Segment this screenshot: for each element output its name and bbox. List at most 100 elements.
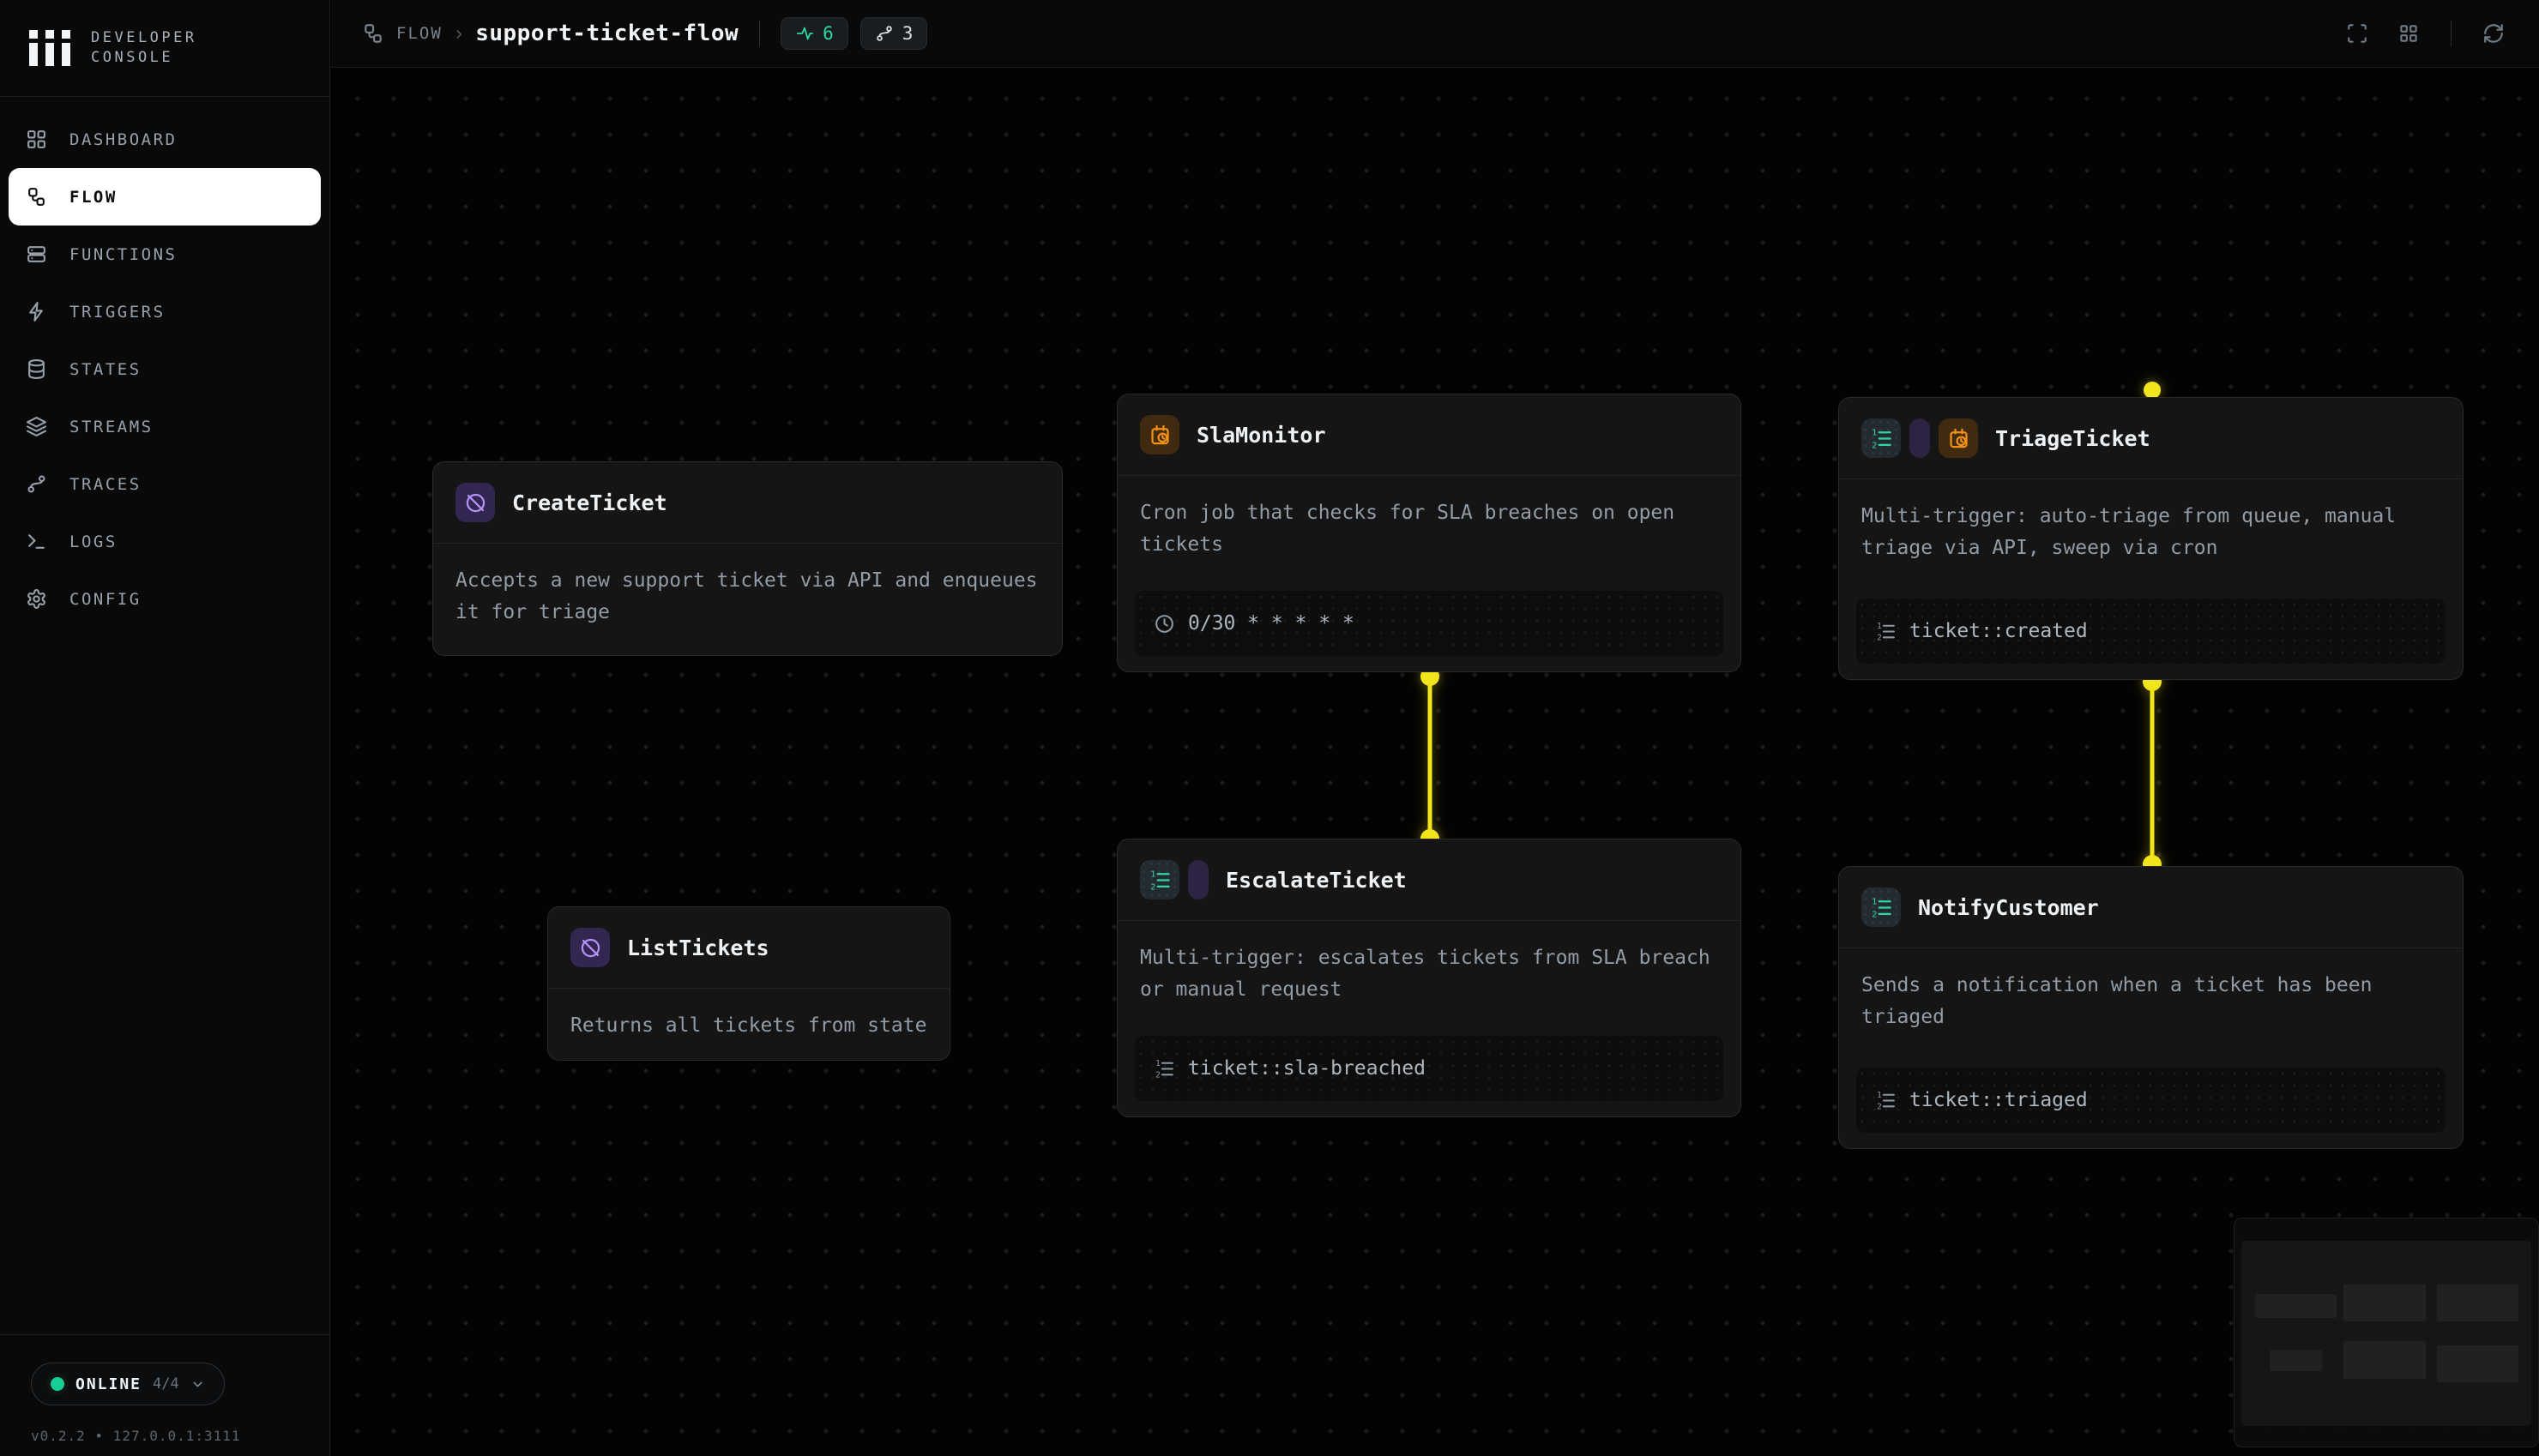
clock-icon [1154,613,1175,635]
minimap-node [2437,1345,2518,1382]
flow-node-createticket[interactable]: CreateTicket Accepts a new support ticke… [432,461,1063,656]
sidebar-item-dashboard[interactable]: DASHBOARD [9,111,321,168]
minimap-node [2343,1341,2426,1379]
flow-node-escalateticket[interactable]: 12 EscalateTicket Multi-trigger: escalat… [1117,839,1741,1117]
minimap-node [2343,1285,2426,1321]
flow-edges [331,69,2539,1456]
node-header: ListTickets [548,907,950,989]
sidebar-item-label: STATES [69,360,142,379]
svg-text:1: 1 [1155,1058,1161,1068]
sidebar-item-traces[interactable]: TRACES [9,455,321,513]
node-title: ListTickets [627,936,769,960]
version-text: v0.2.2 • 127.0.0.1:3111 [31,1428,299,1444]
node-header: 12 NotifyCustomer [1839,867,2463,948]
trigger-topic: ticket::triaged [1909,1089,2088,1111]
sidebar-item-label: FUNCTIONS [69,245,177,264]
node-header: SlaMonitor [1118,394,1740,476]
brand-line2: CONSOLE [91,48,197,68]
activity-count: 6 [823,23,834,44]
svg-text:1: 1 [1877,621,1882,630]
svg-text:2: 2 [1150,882,1155,892]
sidebar-item-config[interactable]: CONFIG [9,570,321,628]
trace-branch-icon [26,473,47,495]
sidebar-item-triggers[interactable]: TRIGGERS [9,283,321,340]
activity-icon [795,24,814,43]
api-pill-icon [1188,860,1209,899]
brand-text: DEVELOPER CONSOLE [91,28,197,68]
svg-text:1: 1 [1877,1090,1882,1099]
node-description: Sends a notification when a ticket has b… [1839,948,2463,1033]
svg-text:2: 2 [1155,1070,1161,1080]
node-header: 12 EscalateTicket [1118,839,1740,921]
node-title: TriageTicket [1995,426,2150,451]
trigger-topic-chip: 12 ticket::triaged [1856,1068,2446,1133]
chevron-down-icon [190,1377,205,1392]
svg-text:2: 2 [1872,910,1877,919]
flow-node-listtickets[interactable]: ListTickets Returns all tickets from sta… [547,906,950,1061]
cron-expression: 0/30 * * * * * [1188,612,1354,635]
sidebar-item-streams[interactable]: STREAMS [9,398,321,455]
breadcrumb[interactable]: FLOW [396,24,443,43]
node-description: Cron job that checks for SLA breaches on… [1118,476,1740,561]
sidebar-item-functions[interactable]: FUNCTIONS [9,226,321,283]
trace-count-badge[interactable]: 3 [860,17,928,50]
node-header: CreateTicket [433,462,1062,544]
sidebar-footer: ONLINE 4/4 v0.2.2 • 127.0.0.1:3111 [0,1334,329,1456]
cron-schedule-chip: 0/30 * * * * * [1135,591,1723,656]
sidebar-item-label: STREAMS [69,418,154,436]
grid-icon[interactable] [2397,22,2420,45]
queue-list-ordered-icon: 12 [1154,1058,1175,1080]
sidebar-item-label: FLOW [69,188,118,207]
flow-node-triageticket[interactable]: 12 TriageTicket Multi-trigger: auto-tria… [1838,397,2464,680]
svg-text:2: 2 [1872,441,1877,450]
svg-text:1: 1 [1150,869,1155,879]
fullscreen-icon[interactable] [2346,22,2368,45]
svg-text:2: 2 [1877,633,1882,642]
refresh-icon[interactable] [2482,22,2505,45]
node-title: NotifyCustomer [1918,895,2099,920]
sidebar-item-label: TRIGGERS [69,303,166,322]
minimap[interactable] [2234,1218,2539,1447]
topbar: FLOW › support-ticket-flow 6 3 [331,0,2539,68]
sidebar-nav: DASHBOARD FLOW FUNCTIONS TRIGGERS STATES… [0,97,329,628]
dashboard-grid-icon [26,129,47,150]
queue-list-ordered-icon: 12 [1861,418,1901,458]
trigger-topic-chip: 12 ticket::created [1856,599,2446,664]
cron-calendar-clock-icon [1939,418,1978,458]
status-pill[interactable]: ONLINE 4/4 [31,1363,225,1405]
page-title: support-ticket-flow [475,21,739,46]
cron-calendar-clock-icon [1140,415,1179,454]
sidebar-item-flow[interactable]: FLOW [9,168,321,226]
status-ratio: 4/4 [153,1375,179,1393]
logo-icon [29,30,70,66]
sidebar: DEVELOPER CONSOLE DASHBOARD FLOW FUNCTIO… [0,0,330,1456]
workflow-icon [362,22,384,45]
minimap-viewport[interactable] [2241,1241,2531,1426]
node-title: EscalateTicket [1226,868,1407,893]
flow-node-notifycustomer[interactable]: 12 NotifyCustomer Sends a notification w… [1838,866,2464,1149]
edge-endpoint [2144,382,2161,399]
activity-count-badge[interactable]: 6 [781,17,848,50]
sidebar-item-label: TRACES [69,475,142,494]
queue-list-ordered-icon: 12 [1140,860,1179,899]
svg-text:1: 1 [1872,428,1877,437]
trigger-topic: ticket::created [1909,620,2088,642]
brand: DEVELOPER CONSOLE [0,0,329,97]
flow-node-slamonitor[interactable]: SlaMonitor Cron job that checks for SLA … [1117,394,1741,672]
sidebar-item-label: LOGS [69,532,118,551]
brand-line1: DEVELOPER [91,28,197,48]
server-icon [26,244,47,265]
terminal-icon [26,531,47,552]
sidebar-item-label: DASHBOARD [69,130,177,149]
flow-canvas[interactable]: CreateTicket Accepts a new support ticke… [331,69,2539,1456]
app-root: DEVELOPER CONSOLE DASHBOARD FLOW FUNCTIO… [0,0,2539,1456]
divider [759,21,760,46]
queue-list-ordered-icon: 12 [1875,621,1897,642]
api-circle-slash-icon [455,483,495,522]
sidebar-item-states[interactable]: STATES [9,340,321,398]
zap-icon [26,301,47,322]
sidebar-item-logs[interactable]: LOGS [9,513,321,570]
minimap-node [2437,1285,2518,1321]
node-title: CreateTicket [512,490,667,515]
trace-branch-icon [875,24,894,43]
